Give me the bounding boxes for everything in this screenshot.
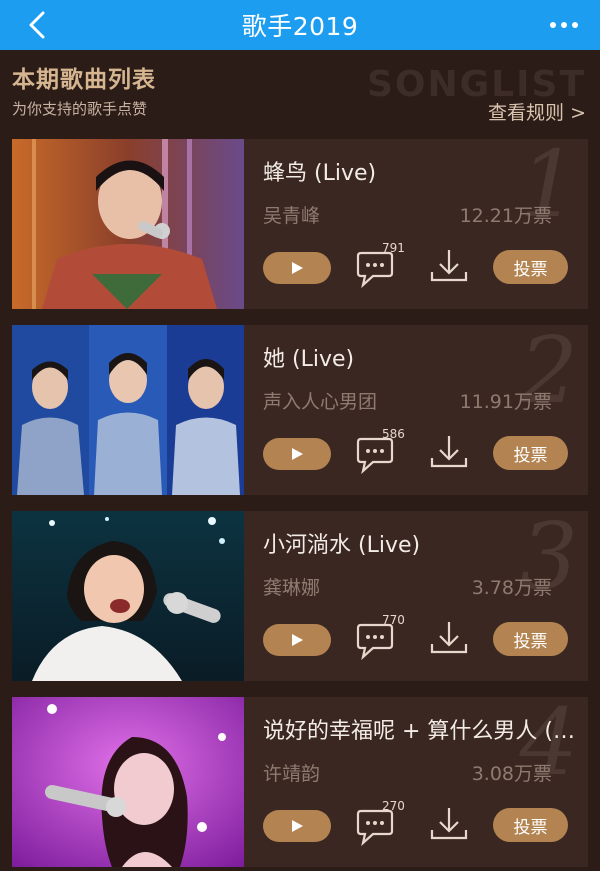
download-button[interactable]	[429, 246, 469, 286]
comment-button[interactable]: 270	[355, 799, 425, 847]
vote-button[interactable]: 投票	[493, 808, 568, 842]
play-icon	[292, 634, 303, 646]
download-icon	[430, 808, 468, 840]
download-icon	[430, 250, 468, 282]
view-rules-link[interactable]: 查看规则 >	[488, 98, 586, 125]
more-dot	[572, 22, 578, 28]
song-title: 说好的幸福呢 + 算什么男人 (Live)	[263, 719, 575, 744]
comment-button[interactable]: 586	[355, 427, 425, 475]
download-button[interactable]	[429, 804, 469, 844]
chevron-left-icon	[29, 11, 45, 39]
artist-name: 龚琳娜	[263, 577, 321, 599]
back-button[interactable]	[22, 7, 52, 43]
song-card[interactable]: 2 她 (Live) 声入人心男团 11.91万票 586 投票	[12, 325, 588, 495]
vote-count: 3.78万票	[471, 577, 552, 599]
comment-button[interactable]: 770	[355, 613, 425, 661]
vote-count: 3.08万票	[471, 763, 552, 785]
song-cover-image[interactable]	[12, 697, 244, 867]
comment-count: 770	[382, 613, 405, 627]
artist-name: 吴青峰	[263, 205, 321, 227]
download-icon	[430, 622, 468, 654]
play-icon	[292, 448, 303, 460]
play-button[interactable]	[263, 624, 331, 656]
vote-count: 12.21万票	[459, 205, 552, 227]
song-card[interactable]: 4 说好的幸福呢 + 算什么男人 (Live) 许靖韵 3.08万票 270 投…	[12, 697, 588, 867]
song-title: 她 (Live)	[263, 347, 355, 372]
play-icon	[292, 262, 303, 274]
play-button[interactable]	[263, 810, 331, 842]
more-options-button[interactable]	[544, 10, 584, 40]
comment-count: 270	[382, 799, 405, 813]
vote-button[interactable]: 投票	[493, 622, 568, 656]
artist-name: 许靖韵	[263, 763, 321, 785]
vote-button[interactable]: 投票	[493, 436, 568, 470]
download-button[interactable]	[429, 432, 469, 472]
song-cover-image[interactable]	[12, 511, 244, 681]
comment-button[interactable]: 791	[355, 241, 425, 289]
comment-count: 586	[382, 427, 405, 441]
song-cover-image[interactable]	[12, 139, 244, 309]
section-subtitle: 为你支持的歌手点赞	[12, 100, 148, 118]
song-card[interactable]: 1 蜂鸟 (Live) 吴青峰 12.21万票 791 投票	[12, 139, 588, 309]
page-title: 歌手2019	[241, 12, 359, 41]
comment-count: 791	[382, 241, 405, 255]
more-dot	[561, 22, 567, 28]
vote-button[interactable]: 投票	[493, 250, 568, 284]
play-button[interactable]	[263, 252, 331, 284]
download-icon	[430, 436, 468, 468]
song-title: 蜂鸟 (Live)	[263, 161, 377, 186]
more-dots-icon	[550, 22, 556, 28]
song-title: 小河淌水 (Live)	[263, 533, 421, 558]
song-cover-image[interactable]	[12, 325, 244, 495]
top-nav-bar: 歌手2019	[0, 0, 600, 50]
song-card[interactable]: 3 小河淌水 (Live) 龚琳娜 3.78万票 770 投票	[12, 511, 588, 681]
download-button[interactable]	[429, 618, 469, 658]
section-title: 本期歌曲列表	[12, 67, 156, 93]
play-button[interactable]	[263, 438, 331, 470]
vote-count: 11.91万票	[459, 391, 552, 413]
play-icon	[292, 820, 303, 832]
songlist-header: SONGLIST 本期歌曲列表 为你支持的歌手点赞 查看规则 >	[0, 50, 600, 136]
artist-name: 声入人心男团	[263, 391, 378, 413]
